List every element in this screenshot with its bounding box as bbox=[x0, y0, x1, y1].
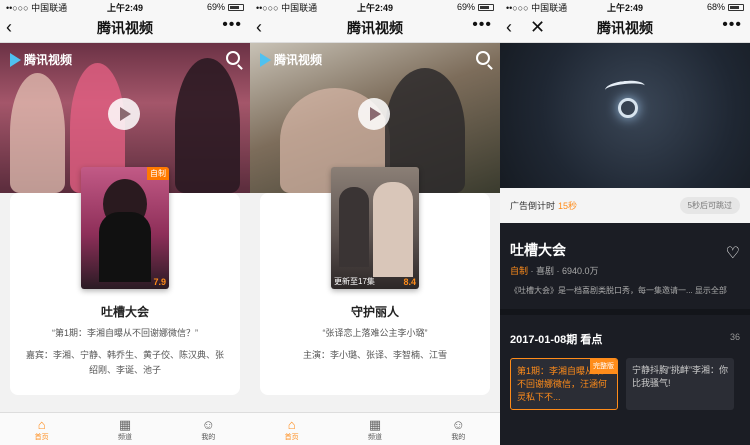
screen-video-player: ••○○○ 中国联通 上午2:49 68% ‹ ✕ 腾讯视频 ••• 广告倒计时… bbox=[500, 0, 750, 445]
tab-channels[interactable]: ▦ 频道 bbox=[105, 417, 145, 442]
more-button[interactable]: ••• bbox=[222, 16, 242, 34]
page-title: 腾讯视频 bbox=[97, 20, 153, 36]
back-button[interactable]: ‹ bbox=[506, 17, 512, 37]
performer-figure bbox=[10, 73, 65, 193]
status-right: 69% bbox=[457, 2, 494, 12]
status-bar: ••○○○ 中国联通 上午2:49 69% bbox=[250, 0, 500, 14]
logo-text: 腾讯视频 bbox=[274, 53, 323, 67]
tab-mine[interactable]: ☺ 我的 bbox=[438, 417, 478, 442]
play-logo-icon bbox=[10, 52, 21, 67]
home-icon: ⌂ bbox=[37, 416, 46, 432]
battery-icon bbox=[728, 3, 744, 11]
search-icon[interactable] bbox=[476, 51, 490, 65]
skip-ad-button[interactable]: 5秒后可跳过 bbox=[679, 197, 740, 214]
section-divider bbox=[500, 309, 750, 315]
show-poster[interactable]: 自制 7.9 bbox=[81, 167, 169, 289]
clock: 上午2:49 bbox=[106, 2, 144, 13]
clock: 上午2:49 bbox=[606, 2, 644, 13]
show-meta: 自制 · 喜剧 · 6940.0万 bbox=[510, 264, 599, 277]
highlight-list: 完整版 第1期：李湘自曝从来不回谢娜微信，汪涵何灵私下不... 宁静抖胸“挑衅”… bbox=[510, 358, 734, 410]
update-status: 更新至17集 bbox=[334, 277, 375, 286]
video-player[interactable] bbox=[500, 43, 750, 188]
episode-quote: “张译恋上落难公主李小璐” bbox=[322, 328, 428, 338]
show-name: 守护丽人 bbox=[350, 305, 399, 319]
episode-quote: “第1期：李湘自曝从不回谢娜微信？” bbox=[51, 328, 198, 338]
ad-countdown-bar: 广告倒计时 15秒 5秒后可跳过 bbox=[500, 188, 750, 223]
tab-bar: ⌂ 首页 ▦ 频道 ☺ 我的 bbox=[250, 412, 500, 445]
show-info-panel: 吐槽大会 ♡ 自制 · 喜剧 · 6940.0万 《吐槽大会》是一档喜剧类脱口秀… bbox=[500, 223, 750, 445]
nav-bar: ‹ 腾讯视频 ••• bbox=[250, 14, 500, 43]
rating-score: 7.9 bbox=[153, 277, 166, 287]
battery-percent: 68% bbox=[706, 2, 725, 12]
page-title: 腾讯视频 bbox=[597, 20, 653, 36]
tab-home[interactable]: ⌂ 首页 bbox=[22, 417, 62, 442]
ad-countdown-label: 广告倒计时 bbox=[510, 201, 556, 211]
back-button[interactable]: ‹ bbox=[256, 17, 262, 37]
full-version-badge: 完整版 bbox=[590, 359, 617, 374]
tencent-video-logo: 腾讯视频 bbox=[260, 51, 322, 68]
tab-home[interactable]: ⌂ 首页 bbox=[272, 417, 312, 442]
search-icon[interactable] bbox=[226, 51, 240, 65]
tab-channels-label: 频道 bbox=[117, 433, 132, 441]
screen-tucao-dahui: ••○○○ 中国联通 上午2:49 69% ‹ 腾讯视频 ••• 腾讯视频 吐槽… bbox=[0, 0, 250, 445]
tab-home-label: 首页 bbox=[284, 433, 299, 441]
battery-icon bbox=[228, 3, 244, 11]
back-button[interactable]: ‹ bbox=[6, 17, 12, 37]
show-poster[interactable]: 更新至17集 8.4 bbox=[331, 167, 419, 289]
tab-channels-label: 频道 bbox=[367, 433, 382, 441]
tab-home-label: 首页 bbox=[34, 433, 49, 441]
home-icon: ⌂ bbox=[287, 416, 296, 432]
tab-mine[interactable]: ☺ 我的 bbox=[188, 417, 228, 442]
status-bar: ••○○○ 中国联通 上午2:49 68% bbox=[500, 0, 750, 14]
highlight-item[interactable]: 完整版 第1期：李湘自曝从来不回谢娜微信，汪涵何灵私下不... bbox=[510, 358, 618, 410]
status-right: 68% bbox=[707, 2, 744, 12]
battery-percent: 69% bbox=[206, 2, 225, 12]
original-badge: 自制 bbox=[147, 167, 169, 180]
show-description[interactable]: 《吐槽大会》是一档喜剧类脱口秀，每一集邀请一... 显示全部 bbox=[510, 285, 750, 296]
highlight-item[interactable]: 宁静抖胸“挑衅”李湘：你比我骚气! bbox=[626, 358, 734, 410]
grid-icon: ▦ bbox=[118, 416, 132, 432]
battery-percent: 69% bbox=[456, 2, 475, 12]
page-title: 腾讯视频 bbox=[347, 20, 403, 36]
show-name: 吐槽大会 bbox=[100, 305, 149, 319]
ad-visual-arc bbox=[604, 78, 646, 98]
battery-icon bbox=[478, 3, 494, 11]
ad-visual-ring bbox=[618, 98, 638, 118]
play-button-icon[interactable] bbox=[108, 98, 140, 130]
status-right: 69% bbox=[207, 2, 244, 12]
status-bar: ••○○○ 中国联通 上午2:49 69% bbox=[0, 0, 250, 14]
highlight-title: 宁静抖胸“挑衅”李湘：你比我骚气! bbox=[632, 365, 728, 388]
tab-mine-label: 我的 bbox=[201, 433, 216, 441]
user-icon: ☺ bbox=[451, 416, 465, 432]
more-button[interactable]: ••• bbox=[472, 16, 492, 34]
user-icon: ☺ bbox=[201, 416, 215, 432]
tab-bar: ⌂ 首页 ▦ 频道 ☺ 我的 bbox=[0, 412, 250, 445]
close-button[interactable]: ✕ bbox=[530, 17, 545, 37]
cast-list: 主演：李小璐、张译、李智楠、江雪 bbox=[302, 350, 447, 360]
performer-figure bbox=[175, 58, 240, 193]
more-button[interactable]: ••• bbox=[722, 16, 742, 34]
tab-mine-label: 我的 bbox=[451, 433, 466, 441]
tencent-video-logo: 腾讯视频 bbox=[10, 51, 72, 68]
rating-score: 8.4 bbox=[403, 277, 416, 287]
ad-countdown-value: 15秒 bbox=[558, 201, 578, 211]
show-title: 吐槽大会 bbox=[510, 242, 566, 258]
clock: 上午2:49 bbox=[356, 2, 394, 13]
tab-channels[interactable]: ▦ 频道 bbox=[355, 417, 395, 442]
play-button-icon[interactable] bbox=[358, 98, 390, 130]
guest-list: 嘉宾：李湘、宁静、韩乔生、黄子佼、陈汉典、张绍刚、李诞、池子 bbox=[25, 350, 224, 375]
favorite-heart-icon[interactable]: ♡ bbox=[726, 243, 740, 263]
nav-bar: ‹ ✕ 腾讯视频 ••• bbox=[500, 14, 750, 43]
logo-text: 腾讯视频 bbox=[24, 53, 73, 67]
nav-bar: ‹ 腾讯视频 ••• bbox=[0, 14, 250, 43]
play-logo-icon bbox=[260, 52, 271, 67]
meta-genre-views: · 喜剧 · 6940.0万 bbox=[530, 266, 599, 276]
grid-icon: ▦ bbox=[368, 416, 382, 432]
highlights-count[interactable]: 36 bbox=[730, 332, 740, 342]
original-label: 自制 bbox=[510, 266, 529, 276]
highlights-section-title: 2017-01-08期 看点 bbox=[510, 334, 603, 346]
screen-shouhu-liren: ••○○○ 中国联通 上午2:49 69% ‹ 腾讯视频 ••• 腾讯视频 守护… bbox=[250, 0, 500, 445]
